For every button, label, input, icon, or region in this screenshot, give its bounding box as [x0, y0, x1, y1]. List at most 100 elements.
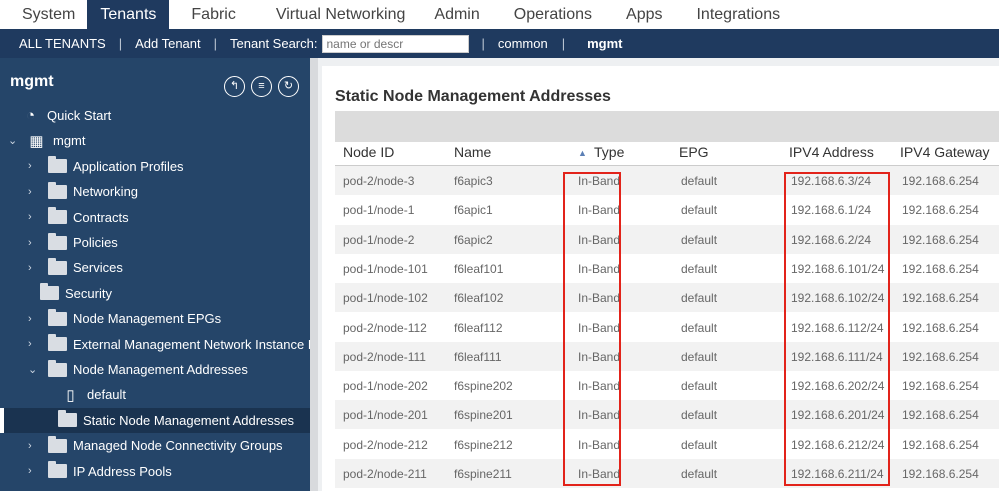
- separator: |: [481, 36, 485, 51]
- table-row[interactable]: pod-1/node-101 f6leaf101 In-Band default 192…: [335, 254, 999, 283]
- table-cell: default: [681, 203, 718, 218]
- tree-item-label: External Management Network Instance Pr.…: [73, 336, 331, 352]
- tree-item-label: Quick Start: [47, 108, 112, 123]
- table-row[interactable]: pod-1/node-2 f6apic2 In-Band default 192.168…: [335, 224, 999, 254]
- tree-item[interactable]: › Policies: [28, 230, 118, 255]
- table-cell: f6leaf102: [454, 291, 504, 306]
- table-cell: f6leaf101: [454, 261, 504, 276]
- column-header[interactable]: Node ID: [343, 144, 394, 160]
- add-tenant-link[interactable]: Add Tenant: [135, 36, 201, 51]
- tab-system[interactable]: System: [0, 0, 87, 29]
- tree-item[interactable]: › Services: [28, 255, 123, 280]
- tree-item-label: Contracts: [73, 209, 129, 225]
- tree-item[interactable]: › Node Management EPGs: [28, 306, 221, 331]
- tree-item[interactable]: ⌄ Node Management Addresses: [28, 357, 248, 382]
- table-row[interactable]: pod-2/node-111 f6leaf111 In-Band default 192…: [335, 341, 999, 371]
- list-icon[interactable]: ≡: [251, 76, 272, 97]
- chevron-right-icon[interactable]: ›: [28, 440, 40, 452]
- table-cell: default: [681, 349, 718, 364]
- tree-item-label: IP Address Pools: [73, 463, 172, 479]
- pane-divider[interactable]: [310, 58, 318, 491]
- table-cell: f6apic1: [454, 203, 493, 218]
- table-cell: pod-1/node-1: [343, 203, 415, 218]
- chevron-right-icon[interactable]: ›: [28, 186, 40, 198]
- chevron-right-icon[interactable]: ›: [28, 313, 40, 325]
- chevron-right-icon[interactable]: ›: [28, 211, 40, 223]
- refresh-icon[interactable]: ↻: [278, 76, 299, 97]
- collapse-icon[interactable]: ↰: [224, 76, 245, 97]
- table-row[interactable]: pod-1/node-102 f6leaf102 In-Band default 192…: [335, 283, 999, 313]
- document-icon: ▯: [66, 386, 75, 404]
- table-cell: 192.168.6.254: [902, 379, 979, 394]
- folder-icon: [48, 207, 67, 225]
- column-header[interactable]: IPV4 Address: [789, 144, 874, 160]
- tenant-search-label: Tenant Search:: [230, 36, 318, 51]
- highlight-ipv4-column: [784, 172, 890, 486]
- column-header[interactable]: IPV4 Gateway: [900, 144, 990, 160]
- column-header[interactable]: EPG: [679, 144, 709, 160]
- chevron-right-icon[interactable]: ›: [28, 237, 40, 249]
- all-tenants-link[interactable]: ALL TENANTS: [19, 36, 106, 51]
- tab-operations[interactable]: Operations: [497, 0, 609, 29]
- tree-item[interactable]: › Application Profiles: [28, 154, 184, 179]
- column-header[interactable]: Name: [454, 144, 491, 160]
- tree-item[interactable]: › Contracts: [28, 205, 129, 230]
- table-cell: default: [681, 174, 718, 188]
- chevron-down-icon[interactable]: ⌄: [28, 363, 40, 376]
- table-cell: 192.168.6.254: [902, 174, 979, 188]
- table-row[interactable]: pod-2/node-212 f6spine212 In-Band default 19…: [335, 430, 999, 459]
- table-cell: 192.168.6.254: [902, 261, 979, 276]
- table-cell: 192.168.6.254: [902, 349, 979, 364]
- chevron-down-icon[interactable]: ⌄: [8, 134, 20, 147]
- table-cell: f6spine211: [454, 467, 512, 481]
- chevron-right-icon[interactable]: ›: [28, 262, 40, 274]
- tab-virtual-networking[interactable]: Virtual Networking: [248, 0, 418, 29]
- table-cell: 192.168.6.254: [902, 232, 979, 247]
- tab-fabric[interactable]: Fabric: [169, 0, 247, 29]
- table-row[interactable]: pod-2/node-211 f6spine211 In-Band default 19…: [335, 459, 999, 488]
- table-row[interactable]: pod-2/node-112 f6leaf112 In-Band default 192…: [335, 313, 999, 342]
- table-row[interactable]: pod-1/node-201 f6spine201 In-Band default 19…: [335, 400, 999, 430]
- table-cell: pod-1/node-2: [343, 232, 415, 247]
- table-cell: pod-2/node-3: [343, 174, 415, 188]
- table-row[interactable]: pod-1/node-1 f6apic1 In-Band default 192.168…: [335, 195, 999, 224]
- separator: |: [213, 36, 218, 51]
- tab-admin[interactable]: Admin: [417, 0, 496, 29]
- tree-item-label: default: [87, 387, 127, 403]
- folder-icon: [48, 257, 67, 275]
- tab-integrations[interactable]: Integrations: [679, 0, 797, 29]
- highlight-type-column: [563, 172, 621, 486]
- table-cell: pod-2/node-212: [343, 437, 428, 452]
- tree-item-label: Node Management Addresses: [73, 362, 248, 377]
- tree-item[interactable]: › External Management Network Instance Pr…: [28, 332, 331, 357]
- table-row[interactable]: pod-1/node-202 f6spine202 In-Band default 19…: [335, 371, 999, 400]
- tenant-search-input[interactable]: [322, 34, 470, 53]
- tree-item[interactable]: › Networking: [28, 179, 138, 204]
- tree-item[interactable]: › IP Address Pools: [28, 459, 172, 484]
- tree-item[interactable]: Static Node Management Addresses: [0, 407, 310, 433]
- chevron-right-icon[interactable]: ›: [28, 465, 40, 477]
- sort-ascending-icon[interactable]: ▲: [578, 148, 587, 158]
- tree-item[interactable]: ▯ default: [62, 382, 126, 407]
- table-cell: f6leaf111: [454, 349, 502, 364]
- tree-item[interactable]: ◔ Quick Start: [22, 103, 111, 128]
- chevron-right-icon[interactable]: ›: [28, 160, 40, 172]
- table-cell: 192.168.6.254: [902, 291, 979, 306]
- common-tenant-link[interactable]: common: [498, 36, 548, 51]
- tree-item-label: Services: [73, 260, 123, 276]
- table-row[interactable]: pod-2/node-3 f6apic3 In-Band default 192.168…: [335, 166, 999, 195]
- chevron-right-icon[interactable]: ›: [28, 338, 40, 350]
- tree-item[interactable]: ⌄ ▦ mgmt: [8, 128, 86, 153]
- folder-icon: [48, 359, 67, 377]
- tree-item-label: mgmt: [53, 133, 86, 149]
- table-cell: f6leaf112: [454, 320, 503, 335]
- tree-item-label: Policies: [73, 235, 118, 250]
- mgmt-tenant-link[interactable]: mgmt: [587, 36, 622, 51]
- column-header[interactable]: Type: [594, 144, 624, 160]
- tab-apps[interactable]: Apps: [609, 0, 679, 29]
- table-cell: f6apic3: [454, 174, 493, 188]
- tree-item[interactable]: Security: [40, 281, 112, 306]
- tab-tenants[interactable]: Tenants: [87, 0, 170, 29]
- tree-item-label: Networking: [73, 184, 139, 200]
- tree-item[interactable]: › Managed Node Connectivity Groups: [28, 433, 283, 458]
